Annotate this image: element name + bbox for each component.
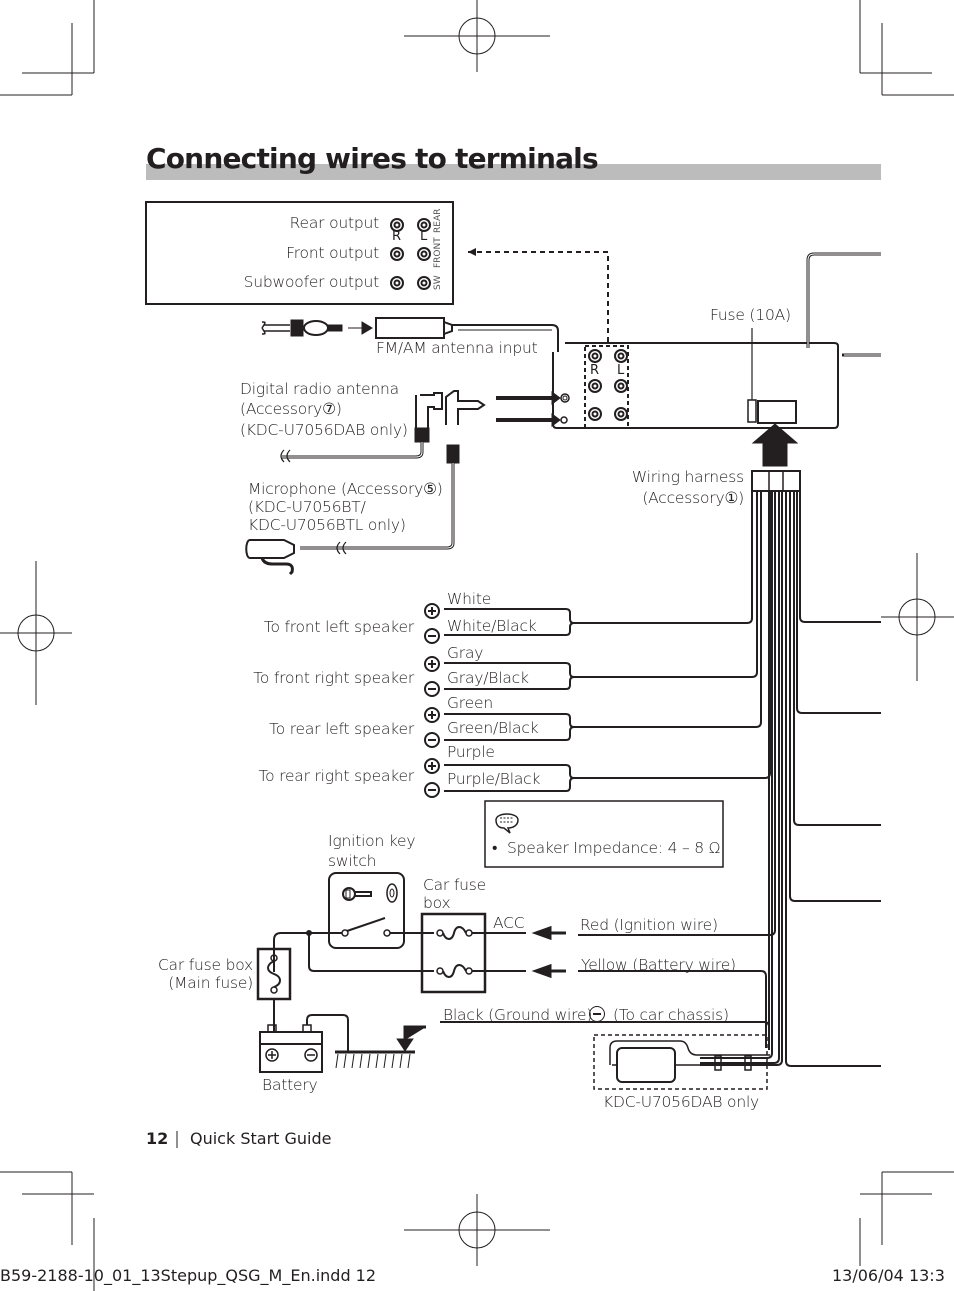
ignition-switch-label: switch	[328, 852, 377, 870]
wiring-harness-label: Wiring harness	[631, 468, 744, 486]
sw-side-tag: SW	[433, 275, 443, 290]
note-text: Speaker Impedance: 4 – 8 Ω	[507, 839, 721, 857]
channel-r-label: R	[392, 229, 402, 244]
rear-side-tag: REAR	[433, 208, 443, 233]
ignition-key-label: Ignition key	[328, 832, 416, 850]
unit-channel-l: L	[617, 363, 625, 378]
minus-icon	[589, 1006, 605, 1022]
speaker-minus-wire: Green/Black	[447, 719, 539, 737]
footer-section: Quick Start Guide	[190, 1129, 332, 1148]
speech-note-icon	[495, 813, 519, 834]
page-number: 12	[146, 1129, 169, 1148]
speaker-target: To rear left speaker	[269, 720, 414, 738]
speaker-plus-wire: White	[447, 590, 492, 608]
slug-timestamp: 13/06/04 13:3	[832, 1266, 945, 1285]
acc-label: ACC	[493, 914, 525, 932]
subwoofer-output-label: Subwoofer output	[243, 273, 380, 291]
speaker-target: To rear right speaker	[258, 767, 414, 785]
digital-antenna-accessory: (Accessory⑦)	[240, 400, 342, 418]
ground-target-label: (To car chassis)	[613, 1006, 729, 1024]
front-side-tag: FRONT	[433, 237, 443, 268]
unit-channel-r: R	[590, 363, 600, 378]
speaker-plus-wire: Purple	[447, 743, 495, 761]
channel-l-label: L	[420, 229, 428, 244]
speaker-target: To front right speaker	[253, 669, 414, 687]
digital-antenna-label: Digital radio antenna	[240, 380, 399, 398]
fm-am-antenna-label: FM/AM antenna input	[376, 339, 538, 357]
speaker-minus-wire: White/Black	[447, 617, 537, 635]
note-box	[484, 800, 724, 868]
main-fuse-label: Car fuse box	[157, 956, 253, 974]
microphone-model-2: KDC-U7056BTL only)	[248, 516, 406, 534]
car-fuse-box-label: Car fuse	[423, 876, 486, 894]
car-fuse-box-label-2: box	[423, 894, 451, 912]
microphone-model-1: (KDC-U7056BT/	[248, 498, 366, 516]
wiring-harness-accessory: (Accessory①)	[642, 489, 744, 507]
page-title: Connecting wires to terminals	[146, 142, 599, 175]
front-output-label: Front output	[286, 244, 379, 262]
ground-wire-label: Black (Ground wire)	[443, 1006, 593, 1024]
rear-output-label: Rear output	[289, 214, 380, 232]
speaker-target: To front left speaker	[263, 618, 414, 636]
red-wire-label: Red (Ignition wire)	[580, 916, 718, 934]
digital-antenna-model: (KDC-U7056DAB only)	[240, 421, 408, 439]
battery-label: Battery	[262, 1076, 318, 1094]
microphone-label: Microphone (Accessory⑤)	[248, 480, 443, 498]
speaker-plus-wire: Gray	[447, 644, 484, 662]
slug-file: B59-2188-10_01_13Stepup_QSG_M_En.indd 12	[0, 1266, 377, 1285]
speaker-plus-wire: Green	[447, 694, 493, 712]
main-fuse-label-2: (Main fuse)	[168, 974, 253, 992]
dab-only-label: KDC-U7056DAB only	[603, 1093, 760, 1111]
note-bullet: •	[492, 839, 498, 857]
speaker-minus-wire: Purple/Black	[447, 770, 541, 788]
fuse-label: Fuse (10A)	[710, 306, 791, 324]
yellow-wire-label: Yellow (Battery wire)	[581, 956, 736, 974]
speaker-minus-wire: Gray/Black	[447, 669, 529, 687]
